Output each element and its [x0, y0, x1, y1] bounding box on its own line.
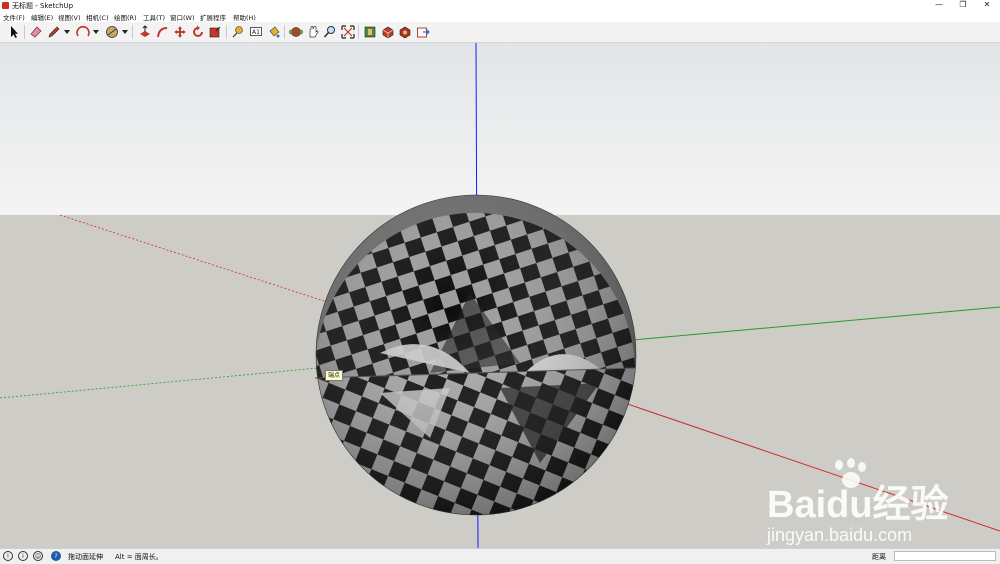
components-icon[interactable] — [398, 25, 412, 39]
svg-text:A1: A1 — [252, 29, 260, 36]
restore-button[interactable]: ❐ — [951, 0, 975, 11]
main-toolbar: A1 — [0, 22, 1000, 43]
menu-view[interactable]: 视图(V) — [58, 12, 81, 22]
status-hint: 拖动面延伸 — [68, 553, 103, 561]
menu-extensions[interactable]: 扩展程序 — [200, 12, 226, 22]
pencil-tool-icon[interactable] — [47, 25, 61, 39]
title-bar: 无标题 - SketchUp — ❐ ✕ — [0, 0, 1000, 11]
user-account-icon[interactable]: ☺ — [33, 551, 43, 561]
extension-warehouse-icon[interactable] — [381, 25, 395, 39]
menu-help[interactable]: 帮助(H) — [233, 12, 256, 22]
inference-tooltip: 端点 — [325, 370, 344, 381]
tape-measure-tool-icon[interactable] — [231, 25, 245, 39]
status-bar: ! i ☺ ? 拖动面延伸 Alt = 面周长。 距离 — [0, 548, 1000, 564]
model-viewport[interactable]: 端点 Baidu经验 jingyan.baidu.com — [0, 43, 1000, 548]
menu-camera[interactable]: 相机(C) — [86, 12, 109, 22]
shapes-tool-icon[interactable] — [105, 25, 119, 39]
paint-bucket-tool-icon[interactable] — [267, 25, 281, 39]
instructor-help-icon[interactable]: ? — [51, 551, 61, 561]
follow-me-tool-icon[interactable] — [156, 25, 170, 39]
watermark-url: jingyan.baidu.com — [766, 525, 912, 545]
send-to-layout-icon[interactable] — [416, 25, 430, 39]
pencil-dropdown-icon[interactable] — [64, 30, 70, 34]
watermark-brand: Baidu经验 — [767, 484, 949, 526]
menu-file[interactable]: 文件(F) — [3, 12, 25, 22]
status-alt-hint: Alt = 面周长。 — [115, 553, 163, 561]
shapes-dropdown-icon[interactable] — [122, 30, 128, 34]
menu-window[interactable]: 窗口(W) — [170, 12, 195, 22]
measurements-label: 距离 — [872, 553, 886, 561]
zoom-tool-icon[interactable] — [323, 25, 337, 39]
arc-dropdown-icon[interactable] — [93, 30, 99, 34]
menu-bar: 文件(F) 编辑(E) 视图(V) 相机(C) 绘图(R) 工具(T) 窗口(W… — [0, 11, 1000, 22]
3d-warehouse-icon[interactable] — [363, 25, 377, 39]
zoom-extents-tool-icon[interactable] — [341, 25, 355, 39]
arc-tool-icon[interactable] — [76, 25, 90, 39]
menu-draw[interactable]: 绘图(R) — [114, 12, 137, 22]
push-pull-tool-icon[interactable] — [138, 25, 152, 39]
orbit-tool-icon[interactable] — [289, 25, 303, 39]
minimize-button[interactable]: — — [927, 0, 951, 11]
menu-edit[interactable]: 编辑(E) — [31, 12, 53, 22]
sketchup-logo-icon — [2, 2, 9, 9]
pan-tool-icon[interactable] — [306, 25, 320, 39]
eraser-tool-icon[interactable] — [29, 25, 43, 39]
menu-tools[interactable]: 工具(T) — [143, 12, 165, 22]
scale-tool-icon[interactable] — [208, 25, 222, 39]
move-tool-icon[interactable] — [173, 25, 187, 39]
rotate-tool-icon[interactable] — [191, 25, 205, 39]
baidu-watermark: Baidu经验 jingyan.baidu.com — [766, 458, 949, 545]
close-button[interactable]: ✕ — [975, 0, 999, 11]
measurements-input[interactable] — [894, 551, 996, 561]
window-title: 无标题 - SketchUp — [12, 2, 74, 10]
checkered-sphere[interactable] — [314, 194, 637, 516]
text-tool-icon[interactable]: A1 — [249, 25, 263, 39]
select-tool-icon[interactable] — [7, 25, 21, 39]
credits-icon[interactable]: i — [18, 551, 28, 561]
geolocation-icon[interactable]: ! — [3, 551, 13, 561]
sky-background — [0, 43, 1000, 215]
